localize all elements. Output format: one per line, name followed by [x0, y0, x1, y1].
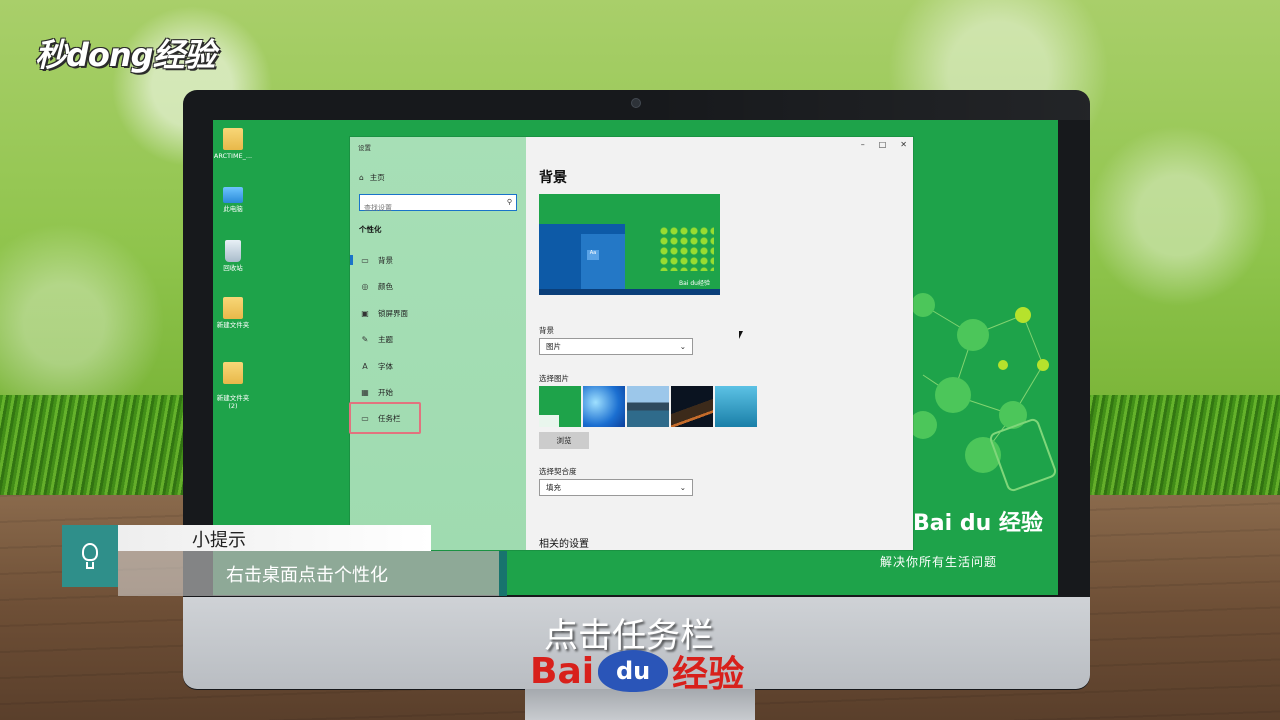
palette-icon: ◎ [361, 281, 369, 291]
sidebar-item-lock-screen[interactable]: ▣ 锁屏界面 [350, 300, 526, 326]
sidebar-item-colors[interactable]: ◎ 颜色 [350, 273, 526, 299]
fit-dropdown[interactable]: 填充 ⌄ [539, 479, 693, 496]
browse-button[interactable]: 浏览 [539, 432, 589, 449]
desktop-icon-label: 此电脑 [223, 205, 243, 213]
settings-content: – □ ✕ 背景 Aa Bai du经验 背景 图片 ⌄ 选择图片 浏览 选择契… [526, 137, 913, 550]
desktop-screen: ARCTIME_... 此电脑 回收站 新建文件夹 新建文件夹 (2) Bai … [213, 120, 1058, 595]
baidu-jingyan-logo: Bai du 经验 [530, 645, 744, 697]
preview-brand: Bai du经验 [679, 280, 710, 287]
tip-body: 右击桌面点击个性化 [226, 565, 388, 586]
desktop-icon-label: ARCTIME_... [213, 152, 253, 160]
desktop-icon-this-pc[interactable]: 此电脑 [213, 183, 255, 213]
chevron-down-icon: ⌄ [679, 342, 686, 351]
logo-jingyan: 经验 [672, 654, 745, 695]
dropdown-value: 填充 [546, 483, 561, 492]
desktop-icon-label: 新建文件夹 (2) [216, 394, 250, 410]
desktop-icon-recycle-bin[interactable]: 回收站 [213, 240, 255, 272]
sidebar-item-label: 主题 [378, 334, 393, 344]
tip-title: 小提示 [192, 530, 246, 551]
sidebar-item-fonts[interactable]: A 字体 [350, 353, 526, 379]
window-controls: – □ ✕ [861, 140, 907, 149]
folder-icon [223, 362, 243, 384]
sidebar-item-themes[interactable]: ✎ 主题 [350, 326, 526, 352]
background-label: 背景 [539, 326, 554, 335]
home-icon: ⌂ [359, 173, 364, 182]
background-preview: Aa Bai du经验 [539, 194, 720, 295]
desktop-icon-label: 回收站 [223, 264, 243, 272]
settings-sidebar: 设置 ⌂ 主页 ⚲ 个性化 ▭ 背景 ◎ 颜色 ▣ 锁屏界面 [349, 137, 526, 550]
desktop-icon-arctime[interactable]: ARCTIME_... [213, 128, 255, 160]
image-icon: ▭ [361, 255, 369, 265]
desktop-icon-label: 新建文件夹 [216, 321, 250, 329]
start-icon: ▦ [361, 387, 369, 397]
search-input[interactable] [360, 201, 500, 215]
picture-thumbnails [539, 386, 757, 427]
desktop-icon-new-folder-2[interactable]: 新建文件夹 (2) [213, 354, 255, 410]
choose-picture-label: 选择图片 [539, 374, 569, 383]
search-icon[interactable]: ⚲ [507, 198, 512, 206]
lock-screen-icon: ▣ [361, 308, 369, 318]
settings-window: 设置 ⌂ 主页 ⚲ 个性化 ▭ 背景 ◎ 颜色 ▣ 锁屏界面 [349, 137, 913, 550]
preview-dots-art [659, 226, 714, 271]
tip-accent-bar [499, 551, 507, 596]
font-icon: A [362, 361, 368, 371]
logo-paw: du [598, 650, 669, 692]
preview-taskbar [539, 289, 720, 295]
sidebar-item-label: 背景 [378, 255, 393, 265]
page-title: 背景 [539, 170, 567, 186]
folder-icon [223, 128, 243, 150]
minimize-button[interactable]: – [861, 140, 865, 149]
section-title: 个性化 [359, 225, 382, 234]
home-nav-item[interactable]: ⌂ 主页 [359, 172, 385, 183]
picture-thumbnail[interactable] [671, 386, 713, 427]
maximize-button[interactable]: □ [879, 140, 887, 149]
sidebar-item-label: 开始 [378, 387, 393, 397]
related-settings-heading: 相关的设置 [539, 539, 589, 550]
recycle-bin-icon [225, 240, 241, 262]
wallpaper-brand: Bai du 经验 [913, 511, 1043, 536]
preview-tile: Aa [587, 250, 599, 260]
preview-window [581, 234, 625, 290]
miaodong-logo: 秒dong经验 [35, 36, 216, 74]
computer-icon [223, 187, 243, 203]
sidebar-item-label: 颜色 [378, 281, 393, 291]
sidebar-item-label: 锁屏界面 [378, 308, 408, 318]
taskbar-highlight-box [349, 402, 421, 434]
webcam-icon [631, 98, 641, 108]
logo-bai: Bai [530, 650, 595, 692]
sidebar-item-label: 字体 [378, 361, 393, 371]
dropdown-value: 图片 [546, 342, 561, 351]
tip-title-bar [118, 525, 431, 551]
screen-glare [650, 90, 1090, 120]
picture-thumbnail[interactable] [539, 386, 581, 427]
folder-icon [223, 297, 243, 319]
mouse-cursor-icon [739, 331, 743, 339]
home-label: 主页 [369, 173, 385, 182]
window-title: 设置 [358, 144, 371, 152]
picture-thumbnail[interactable] [715, 386, 757, 427]
desktop-icon-new-folder[interactable]: 新建文件夹 [213, 297, 255, 329]
background-type-dropdown[interactable]: 图片 ⌄ [539, 338, 693, 355]
picture-thumbnail[interactable] [583, 386, 625, 427]
settings-search-box[interactable]: ⚲ [359, 194, 517, 215]
fit-label: 选择契合度 [539, 467, 577, 476]
tip-icon-box [62, 525, 118, 587]
sidebar-item-background[interactable]: ▭ 背景 [350, 247, 526, 273]
bulb-base [86, 562, 94, 569]
lightbulb-icon [79, 541, 101, 571]
chevron-down-icon: ⌄ [679, 483, 686, 492]
wallpaper-network-art [909, 293, 1057, 492]
wallpaper-slogan: 解决你所有生活问题 [880, 555, 998, 569]
picture-thumbnail[interactable] [627, 386, 669, 427]
close-button[interactable]: ✕ [900, 140, 907, 149]
theme-icon: ✎ [361, 334, 369, 344]
bulb-glass [82, 543, 98, 561]
